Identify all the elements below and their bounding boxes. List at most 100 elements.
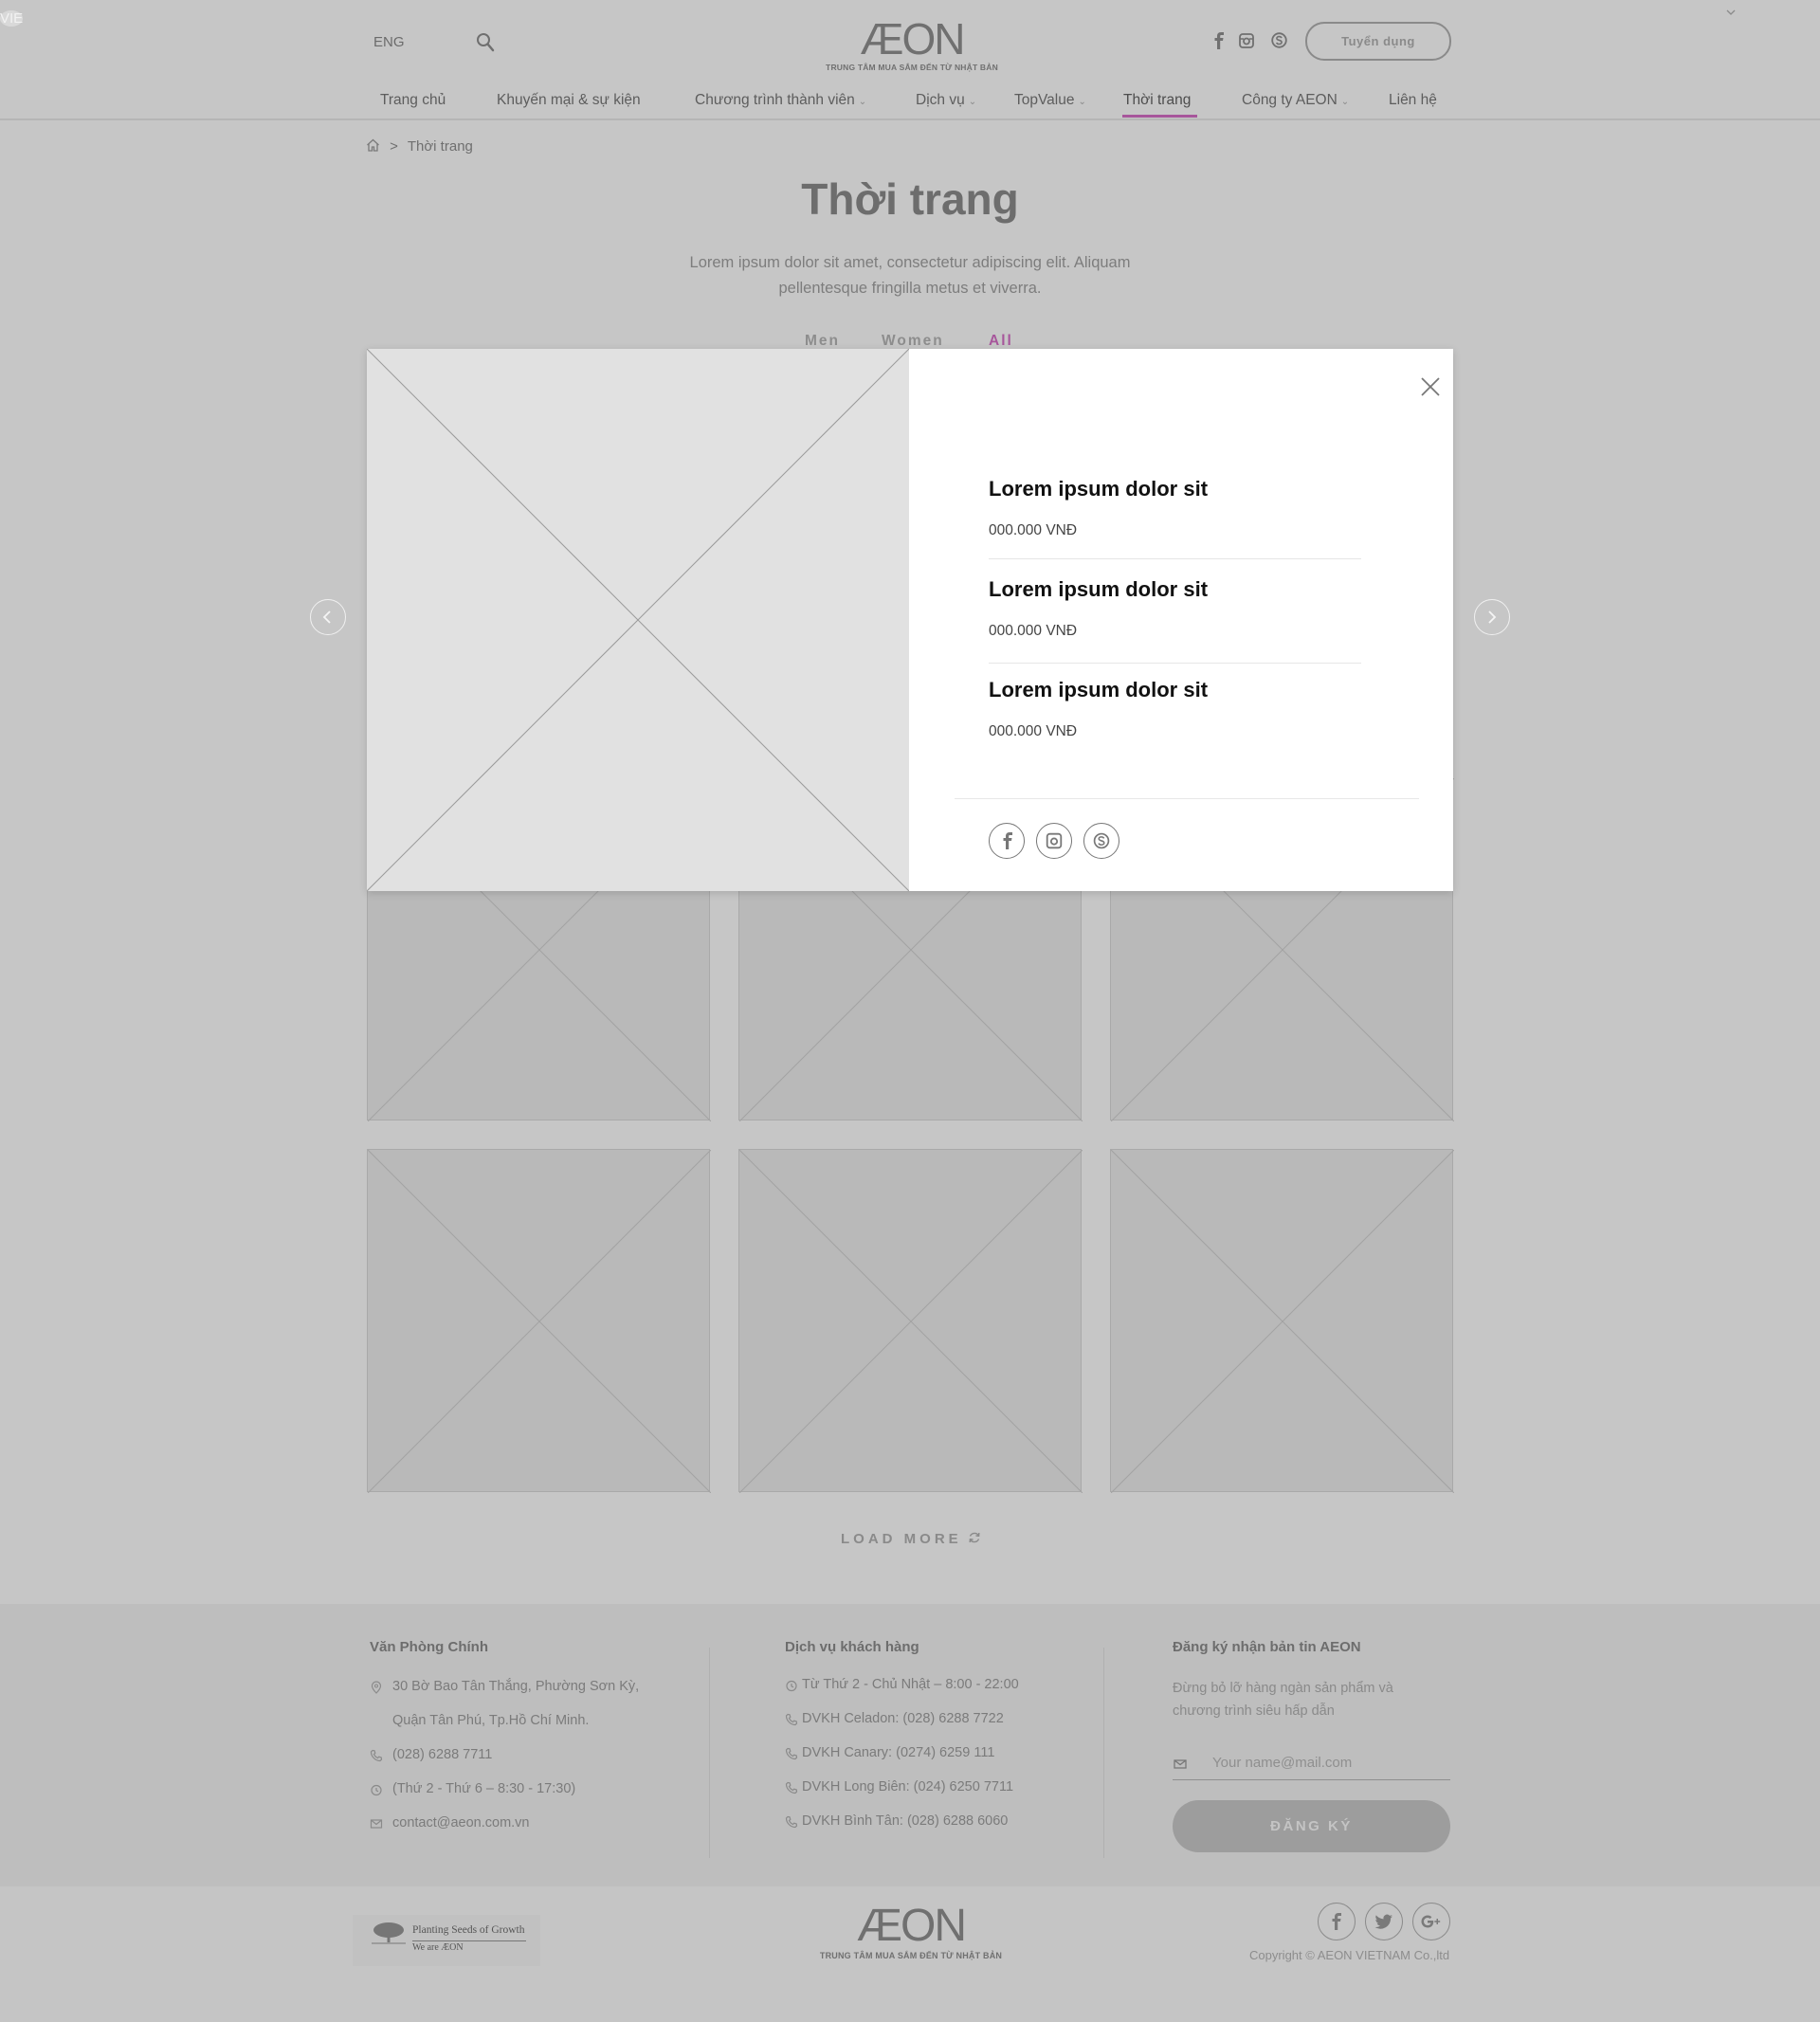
product-modal: Lorem ipsum dolor sit 000.000 VNĐ Lorem … xyxy=(366,348,1453,892)
footer-twitter-button[interactable] xyxy=(1365,1903,1403,1940)
breadcrumb: > Thời trang xyxy=(366,138,473,155)
service-line[interactable]: DVKH Long Biên: (024) 6250 7711 xyxy=(802,1779,1013,1794)
footer-google-plus-button[interactable] xyxy=(1412,1903,1450,1940)
product-tile[interactable] xyxy=(738,1149,1083,1493)
product-tile[interactable] xyxy=(1110,1149,1454,1493)
skype-icon xyxy=(1093,832,1110,849)
nav-item-membership[interactable]: Chương trình thành viên ⌄ xyxy=(695,92,866,109)
service-line[interactable]: DVKH Canary: (0274) 6259 111 xyxy=(802,1745,994,1760)
alarm-clock-icon xyxy=(371,1784,382,1796)
phone-icon xyxy=(785,1781,798,1794)
recruit-button[interactable]: Tuyển dụng xyxy=(1305,22,1451,61)
home-icon[interactable] xyxy=(366,138,380,152)
newsletter-submit-button[interactable]: ĐĂNG KÝ xyxy=(1173,1800,1450,1852)
office-heading: Văn Phòng Chính xyxy=(370,1639,488,1655)
phone-icon xyxy=(370,1749,383,1762)
footer-facebook-button[interactable] xyxy=(1318,1903,1356,1940)
footer-column-divider xyxy=(709,1648,710,1858)
tree-icon xyxy=(372,1922,406,1944)
chevron-left-icon xyxy=(322,610,331,624)
google-plus-icon xyxy=(1421,1915,1441,1928)
next-arrow-button[interactable] xyxy=(1474,599,1510,635)
nav-item-home[interactable]: Trang chủ xyxy=(380,92,446,109)
office-address-line-1: 30 Bờ Bao Tân Thắng, Phường Sơn Kỳ, xyxy=(392,1679,640,1694)
page-title: Thời trang xyxy=(801,174,1019,224)
product-tile[interactable] xyxy=(367,1149,711,1493)
modal-divider xyxy=(955,798,1419,799)
phone-icon xyxy=(785,1747,798,1760)
twitter-icon xyxy=(1374,1914,1392,1929)
footer-column-divider xyxy=(1103,1648,1104,1858)
filter-women[interactable]: Women xyxy=(882,333,944,350)
item-divider xyxy=(989,663,1361,664)
service-line[interactable]: DVKH Celadon: (028) 6288 7722 xyxy=(802,1711,1004,1726)
nav-item-topvalue[interactable]: TopValue ⌄ xyxy=(1014,92,1086,109)
lang-eng-button[interactable]: ENG xyxy=(373,34,405,50)
chevron-right-icon xyxy=(1488,610,1497,624)
modal-share-facebook[interactable] xyxy=(989,823,1025,859)
modal-share-skype[interactable] xyxy=(1083,823,1119,859)
nav-item-promotions[interactable]: Khuyến mại & sự kiện xyxy=(497,92,641,109)
aeon-logo[interactable]: ÆON TRUNG TÂM MUA SẮM ĐẾN TỪ NHẬT BẢN xyxy=(823,17,1001,74)
service-line[interactable]: DVKH Bình Tân: (028) 6288 6060 xyxy=(802,1813,1008,1829)
page-description: Lorem ipsum dolor sit amet, consectetur … xyxy=(689,254,1131,297)
nav-item-contact[interactable]: Liên hệ xyxy=(1389,92,1437,109)
newsletter-email-input[interactable] xyxy=(1173,1746,1450,1780)
nav-item-services[interactable]: Dịch vụ ⌄ xyxy=(916,92,976,109)
location-icon xyxy=(371,1681,382,1694)
load-more-label: LOAD MORE xyxy=(841,1531,962,1547)
nav-item-company[interactable]: Công ty AEON ⌄ xyxy=(1242,92,1349,109)
image-placeholder xyxy=(368,1150,711,1493)
lang-vie-button[interactable]: VIE xyxy=(0,10,24,27)
phone-icon xyxy=(785,1815,798,1829)
nav-item-label: Dịch vụ xyxy=(916,92,965,108)
item-divider xyxy=(989,558,1361,559)
phone-icon xyxy=(785,1713,798,1726)
modal-image-placeholder xyxy=(366,348,910,892)
nav-item-fashion[interactable]: Thời trang xyxy=(1123,92,1191,109)
modal-item-price: 000.000 VNĐ xyxy=(989,522,1078,538)
facebook-icon xyxy=(1003,832,1012,849)
nav-active-indicator xyxy=(1122,115,1197,118)
planting-seeds-badge[interactable]: Planting Seeds of Growth We are ÆON xyxy=(353,1915,540,1966)
filter-men[interactable]: Men xyxy=(805,333,840,350)
close-icon[interactable] xyxy=(1414,371,1447,403)
breadcrumb-separator: > xyxy=(390,138,398,155)
facebook-icon[interactable] xyxy=(1213,32,1225,49)
instagram-icon[interactable] xyxy=(1239,33,1254,48)
image-placeholder xyxy=(739,1150,1083,1493)
modal-item-title[interactable]: Lorem ipsum dolor sit xyxy=(989,477,1208,501)
office-address-line-2: Quận Tân Phú, Tp.Hồ Chí Minh. xyxy=(392,1713,590,1728)
footer-aeon-logo[interactable]: ÆON TRUNG TÂM MUA SẮM ĐẾN TỪ NHẬT BẢN xyxy=(816,1904,1006,1961)
service-hours: Từ Thứ 2 - Chủ Nhật – 8:00 - 22:00 xyxy=(802,1677,1019,1692)
newsletter-description: Đừng bỏ lỡ hàng ngàn sản phẩm và chương … xyxy=(1173,1681,1393,1719)
badge-underline xyxy=(412,1940,526,1941)
modal-share-instagram[interactable] xyxy=(1036,823,1072,859)
chevron-down-icon[interactable] xyxy=(1726,9,1736,16)
badge-subtitle: We are ÆON xyxy=(412,1942,464,1953)
header: ENG VIE ÆON TRUNG TÂM MUA SẮM ĐẾN TỪ NHẬ… xyxy=(0,0,1820,120)
header-divider xyxy=(0,118,1820,120)
prev-arrow-button[interactable] xyxy=(310,599,346,635)
breadcrumb-current[interactable]: Thời trang xyxy=(408,138,473,155)
load-more-button[interactable]: LOAD MORE xyxy=(841,1531,981,1547)
office-hours: (Thứ 2 - Thứ 6 – 8:30 - 17:30) xyxy=(392,1781,576,1796)
filter-all[interactable]: All xyxy=(989,333,1013,350)
chevron-down-icon: ⌄ xyxy=(1078,97,1086,107)
instagram-icon xyxy=(1046,832,1063,849)
office-phone[interactable]: (028) 6288 7711 xyxy=(392,1747,492,1762)
skype-icon[interactable] xyxy=(1271,32,1287,48)
chevron-down-icon: ⌄ xyxy=(1340,97,1350,107)
modal-item-price: 000.000 VNĐ xyxy=(989,623,1078,639)
badge-title: Planting Seeds of Growth xyxy=(412,1924,525,1936)
search-icon[interactable] xyxy=(476,32,495,53)
office-email[interactable]: contact@aeon.com.vn xyxy=(392,1815,530,1831)
alarm-clock-icon xyxy=(786,1680,797,1692)
refresh-icon xyxy=(969,1532,980,1543)
nav-item-label: Chương trình thành viên xyxy=(695,92,855,108)
nav-item-label: TopValue xyxy=(1014,92,1075,108)
service-heading: Dịch vụ khách hàng xyxy=(785,1639,919,1655)
modal-item-title[interactable]: Lorem ipsum dolor sit xyxy=(989,577,1208,602)
image-placeholder xyxy=(1111,1150,1454,1493)
modal-item-title[interactable]: Lorem ipsum dolor sit xyxy=(989,678,1208,702)
